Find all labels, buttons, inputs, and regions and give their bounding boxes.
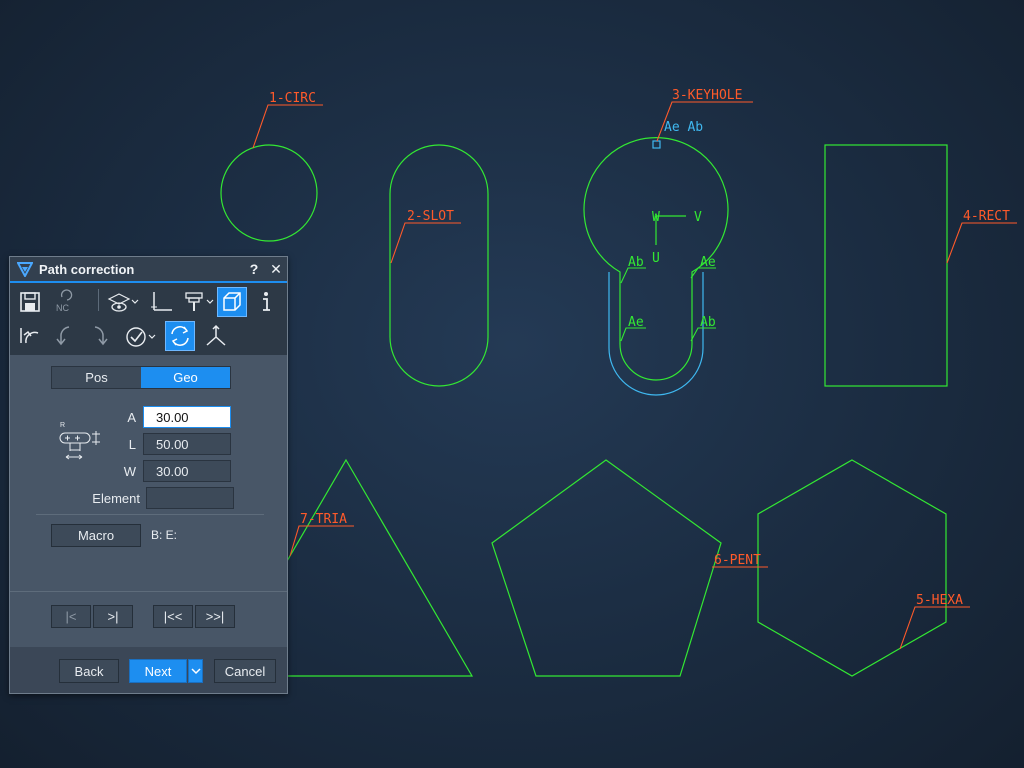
label-tria: 7-TRIA: [300, 512, 347, 527]
cube-icon: [223, 292, 241, 311]
back-button[interactable]: Back: [59, 659, 119, 683]
info-button[interactable]: [251, 287, 281, 317]
nav-first-button[interactable]: |<: [51, 605, 91, 628]
path-correction-dialog: Path correction ? ✕ NC Pos Geo R A 30.00…: [9, 256, 288, 694]
eye-check-icon: [126, 327, 156, 347]
shape-hexagon[interactable]: [757, 459, 947, 677]
mark-u: U: [652, 251, 660, 266]
help-button[interactable]: ?: [243, 261, 265, 277]
path-start-button[interactable]: [15, 321, 45, 351]
l-input[interactable]: 50.00: [143, 433, 231, 455]
chevron-down-icon: [190, 668, 201, 675]
arrow-down-right-icon: [94, 326, 108, 346]
tool-dropdown-button[interactable]: [180, 287, 216, 317]
dialog-title: Path correction: [39, 261, 135, 277]
dimension-button[interactable]: [146, 287, 176, 317]
dialog-toolbar: NC: [10, 283, 287, 355]
shape-slot[interactable]: [389, 144, 489, 387]
save-icon: [20, 292, 40, 312]
label-hexa: 5-HEXA: [916, 593, 963, 608]
axes-icon: [206, 324, 226, 346]
pos-geo-toggle: Pos Geo: [51, 366, 231, 389]
w-input[interactable]: 30.00: [143, 460, 231, 482]
next-button[interactable]: Next: [129, 659, 187, 683]
mark-ae-right: Ae: [700, 255, 716, 270]
macro-button[interactable]: Macro: [51, 524, 141, 547]
next-dropdown-button[interactable]: [188, 659, 203, 683]
mark-w: W: [652, 210, 660, 225]
label-keyhole: 3-KEYHOLE: [672, 88, 742, 103]
element-label: Element: [92, 491, 140, 506]
app-logo-icon: [17, 262, 33, 277]
w-label: W: [123, 464, 136, 479]
label-circ: 1-CIRC: [269, 91, 316, 106]
mark-ae-ab-top: Ae Ab: [664, 120, 703, 135]
nav-first-all-button[interactable]: |<<: [153, 605, 193, 628]
shape-pentagon[interactable]: [491, 459, 722, 677]
dialog-footer: Back Next Cancel: [10, 647, 287, 693]
begin-end-info: B: E:: [151, 528, 178, 542]
a-input[interactable]: 30.00: [143, 406, 231, 428]
swap-arrows-icon: [171, 326, 189, 346]
mark-ab-left: Ab: [628, 255, 644, 270]
rotate-right-button[interactable]: [85, 321, 115, 351]
svg-text:R: R: [60, 422, 65, 429]
axes-button[interactable]: [201, 321, 231, 351]
toolpath-keyhole: [608, 272, 704, 396]
tab-pos[interactable]: Pos: [52, 367, 141, 388]
milling-tool-icon: [185, 292, 214, 311]
rotate-left-button[interactable]: [49, 321, 79, 351]
nav-last-button[interactable]: >|: [93, 605, 133, 628]
label-rect: 4-RECT: [963, 209, 1010, 224]
path-start-icon: [20, 328, 39, 344]
slot-geometry-diagram-icon: R: [59, 422, 100, 460]
shape-circle[interactable]: [220, 144, 318, 242]
swap-direction-button[interactable]: [165, 321, 195, 351]
mark-v: V: [694, 210, 702, 225]
path-start-marker[interactable]: [652, 140, 661, 149]
nc-refresh-icon: NC: [56, 289, 73, 313]
mark-ae-left: Ae: [628, 315, 644, 330]
info-icon: [263, 292, 270, 311]
svg-text:NC: NC: [56, 303, 69, 313]
a-label: A: [127, 410, 136, 425]
cancel-button[interactable]: Cancel: [214, 659, 276, 683]
element-input[interactable]: [146, 487, 234, 509]
view-dropdown-button[interactable]: [104, 287, 140, 317]
nc-button[interactable]: NC: [49, 287, 79, 317]
3d-view-button[interactable]: [217, 287, 247, 317]
l-label: L: [128, 437, 136, 452]
dialog-titlebar[interactable]: Path correction ? ✕: [10, 257, 287, 283]
label-slot: 2-SLOT: [407, 209, 454, 224]
shape-rect[interactable]: [824, 144, 948, 387]
tab-geo[interactable]: Geo: [141, 367, 230, 388]
dimension-icon: [151, 292, 172, 311]
view-eye-icon: [107, 293, 139, 312]
arrow-down-left-icon: [56, 326, 70, 346]
mark-ab-right: Ab: [700, 315, 716, 330]
nav-last-all-button[interactable]: >>|: [195, 605, 235, 628]
save-button[interactable]: [15, 287, 45, 317]
label-pent: 6-PENT: [714, 553, 761, 568]
visibility-dropdown-button[interactable]: [122, 321, 158, 351]
close-button[interactable]: ✕: [265, 261, 287, 278]
